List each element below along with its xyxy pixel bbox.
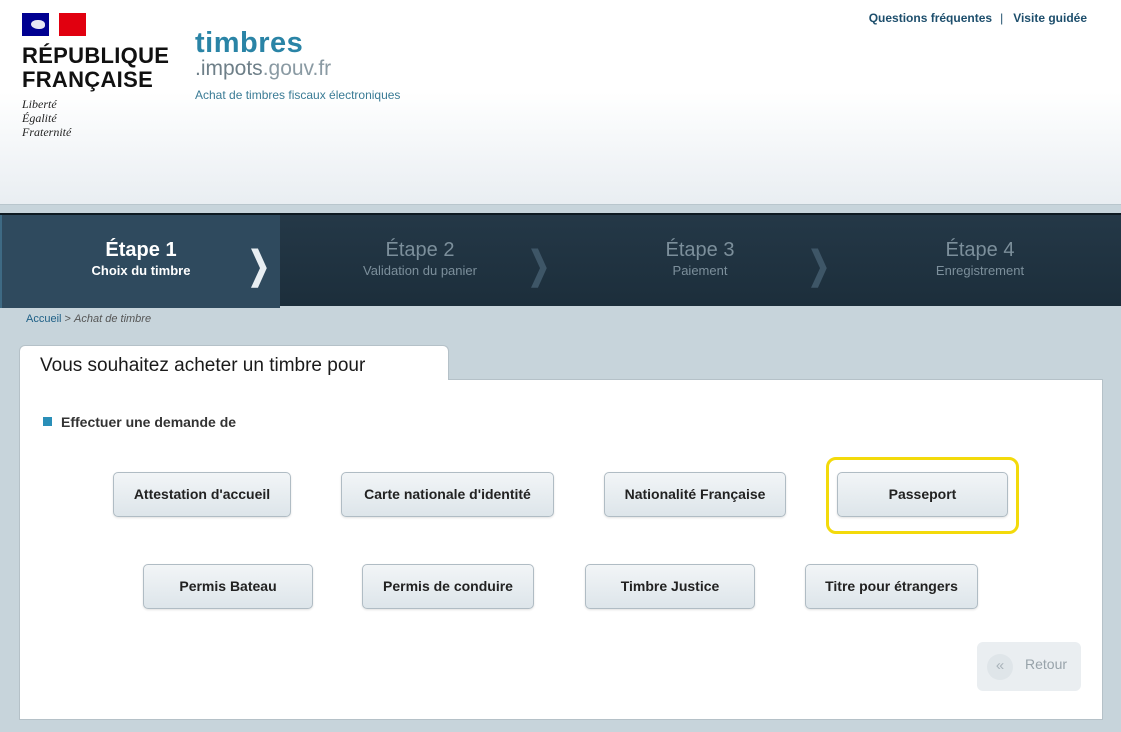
back-button[interactable]: « Retour [977,642,1081,691]
section-label-text: Effectuer une demande de [61,414,237,430]
nationalite-francaise-button[interactable]: Nationalité Française [604,472,786,517]
site-tagline: Achat de timbres fiscaux électroniques [195,88,401,102]
faq-link[interactable]: Questions fréquentes [869,11,992,25]
step-4-number: Étape 4 [945,239,1015,261]
timbre-justice-button[interactable]: Timbre Justice [585,564,755,609]
step-2-number: Étape 2 [385,239,455,261]
step-2: Étape 2 Validation du panier [280,215,560,308]
breadcrumb-current: Achat de timbre [74,313,152,325]
marianne-flag-icon [22,13,86,36]
breadcrumb-separator: > [64,313,71,325]
step-1: Étape 1 Choix du timbre [0,215,280,308]
breadcrumb-home-link[interactable]: Accueil [26,313,61,325]
chevron-right-icon: ❯ [807,245,831,287]
breadcrumb: Accueil > Achat de timbre [26,313,151,325]
step-2-label: Validation du panier [363,263,477,278]
timbres-site-logo[interactable]: timbres .impots.gouv.fr Achat de timbres… [195,28,400,102]
link-separator: | [1000,11,1004,25]
step-4-label: Enregistrement [935,263,1025,278]
square-bullet-icon [43,417,52,426]
attestation-accueil-button[interactable]: Attestation d'accueil [113,472,291,517]
rf-motto: Liberté Égalité Fraternité [22,97,172,139]
double-chevron-left-icon: « [987,654,1013,680]
top-links: Questions fréquentes | Visite guidée [869,11,1087,25]
stamp-choice-panel [19,379,1103,720]
step-1-label: Choix du timbre [91,263,191,278]
rf-title-line1: RÉPUBLIQUE [22,43,170,68]
site-header: RÉPUBLIQUE FRANÇAISE Liberté Égalité Fra… [0,0,1121,205]
republique-francaise-logo[interactable]: RÉPUBLIQUE FRANÇAISE Liberté Égalité Fra… [22,13,172,139]
back-button-label: Retour [1025,656,1068,672]
site-domain: .impots.gouv.fr [195,58,400,80]
chevron-right-icon: ❯ [247,245,271,287]
step-4: Étape 4 Enregistrement [840,215,1120,308]
guided-tour-link[interactable]: Visite guidée [1013,11,1087,25]
motto-fraternite: Fraternité [22,125,72,139]
section-label: Effectuer une demande de [43,414,236,430]
purchase-stepper: Étape 1 Choix du timbre ❯ Étape 2 Valida… [0,213,1121,308]
site-domain-suffix: .gouv.fr [262,57,332,80]
panel-tab-title: Vous souhaitez acheter un timbre pour [19,345,449,381]
site-name: timbres [195,27,304,59]
motto-liberte: Liberté [22,97,57,111]
step-1-number: Étape 1 [105,239,177,261]
rf-title-line2: FRANÇAISE [22,67,154,92]
tab-join [20,378,448,381]
permis-bateau-button[interactable]: Permis Bateau [143,564,313,609]
titre-etrangers-button[interactable]: Titre pour étrangers [805,564,978,609]
passeport-button[interactable]: Passeport [837,472,1008,517]
motto-egalite: Égalité [22,111,57,125]
step-3-label: Paiement [672,263,728,278]
chevron-right-icon: ❯ [527,245,551,287]
step-3: Étape 3 Paiement [560,215,840,308]
permis-conduire-button[interactable]: Permis de conduire [362,564,534,609]
carte-identite-button[interactable]: Carte nationale d'identité [341,472,554,517]
step-3-number: Étape 3 [665,239,735,261]
site-domain-prefix: .impots [195,57,263,80]
